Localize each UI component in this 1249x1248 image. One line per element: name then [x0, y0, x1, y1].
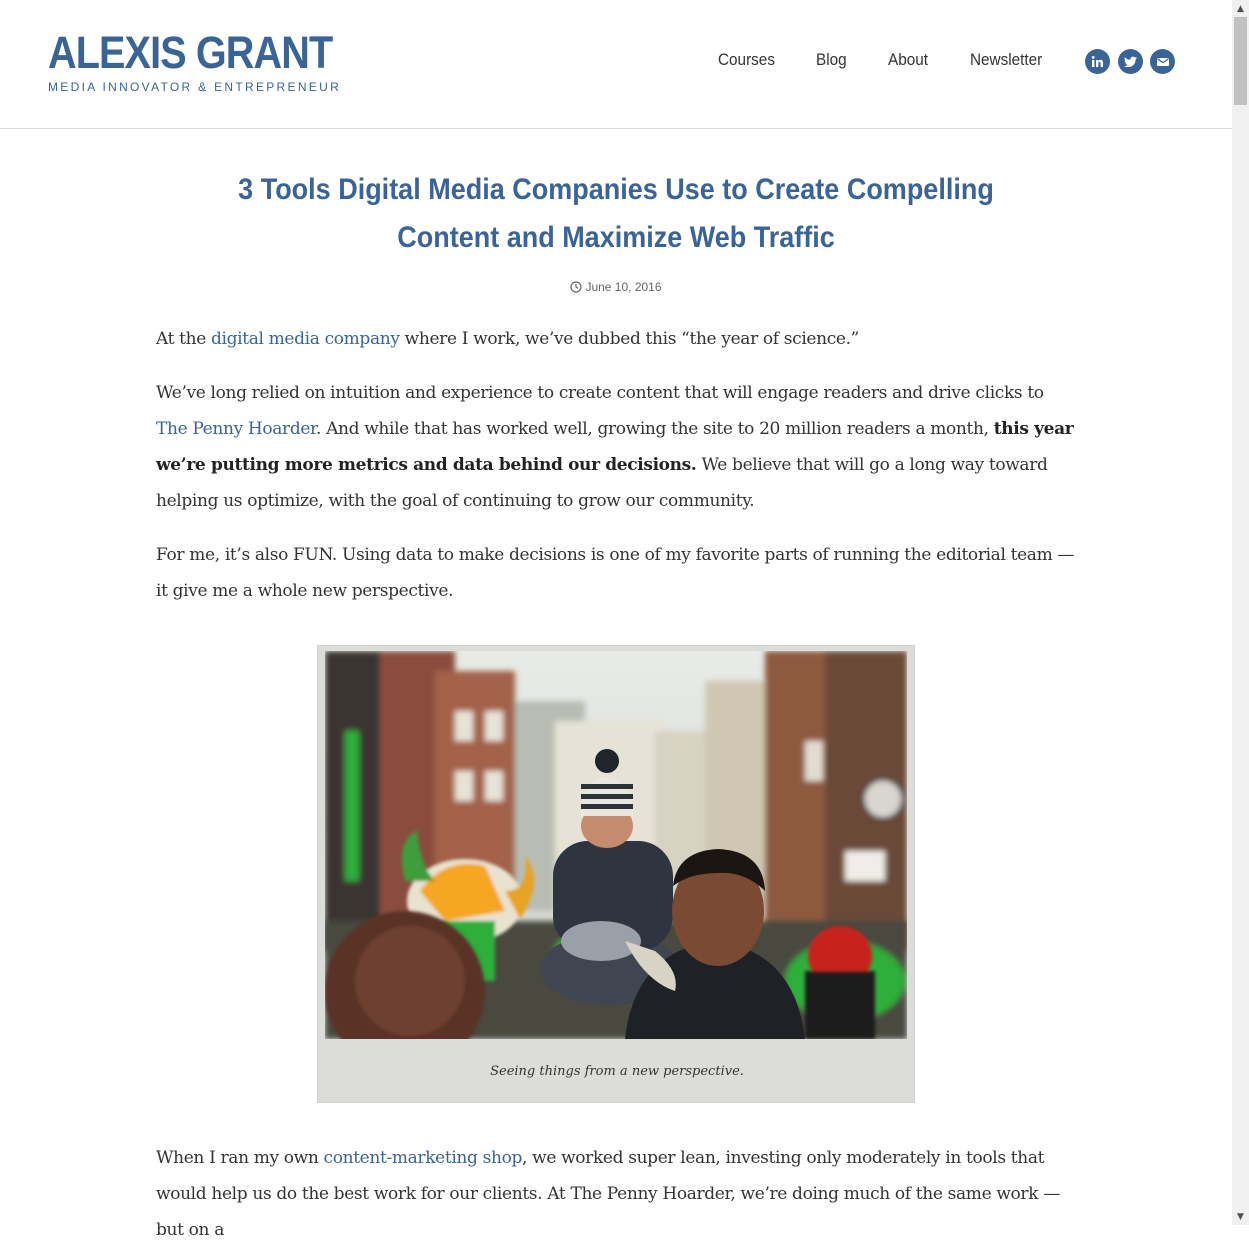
site-header: ALEXIS GRANT MEDIA INNOVATOR & ENTREPREN… — [0, 0, 1232, 129]
date-text: June 10, 2016 — [585, 280, 662, 294]
street-parade-photo — [325, 651, 907, 1039]
figure-caption: Seeing things from a new perspective. — [490, 1064, 744, 1079]
p1-text-b: where I work, we’ve dubbed this “the yea… — [399, 329, 860, 349]
twitter-button[interactable] — [1118, 49, 1143, 74]
article-title-text: 3 Tools Digital Media Companies Use to C… — [238, 173, 994, 254]
content-marketing-shop-link[interactable]: content-marketing shop — [324, 1148, 523, 1168]
paragraph-2: We’ve long relied on intuition and exper… — [156, 375, 1076, 519]
article-title: 3 Tools Digital Media Companies Use to C… — [156, 166, 1076, 262]
article-figure: Seeing things from a new perspective. — [317, 645, 915, 1103]
twitter-icon — [1124, 56, 1137, 67]
site-logo[interactable]: ALEXIS GRANT MEDIA INNOVATOR & ENTREPREN… — [48, 28, 371, 95]
linkedin-icon — [1091, 56, 1103, 67]
p1-text-a: At the — [156, 329, 212, 349]
nav-item-blog[interactable]: Blog — [816, 50, 847, 70]
nav-item-newsletter[interactable]: Newsletter — [970, 50, 1042, 70]
paragraph-3: For me, it’s also FUN. Using data to mak… — [156, 545, 1075, 601]
nav-item-courses[interactable]: Courses — [718, 50, 775, 70]
paragraph-1: At the digital media company where I wor… — [156, 321, 1076, 357]
article-date: June 10, 2016 — [0, 280, 1232, 294]
clock-icon — [570, 281, 583, 293]
linkedin-button[interactable] — [1085, 49, 1110, 74]
p2-text-a: We’ve long relied on intuition and exper… — [156, 383, 1044, 403]
penny-hoarder-link[interactable]: The Penny Hoarder — [156, 419, 316, 439]
site-tagline: MEDIA INNOVATOR & ENTREPRENEUR — [48, 80, 342, 94]
site-name[interactable]: ALEXIS GRANT — [48, 28, 333, 78]
scroll-up-icon[interactable]: ▲ — [1232, 0, 1249, 17]
digital-media-company-link[interactable]: digital media company — [211, 329, 400, 349]
paragraph-4: When I ran my own content-marketing shop… — [156, 1140, 1076, 1248]
p4-text-a: When I ran my own — [156, 1148, 324, 1168]
photo-illustration — [325, 651, 907, 1039]
scroll-thumb[interactable] — [1234, 17, 1247, 105]
scroll-down-icon[interactable]: ▼ — [1232, 1208, 1249, 1225]
page-scrollbar[interactable]: ▲ ▼ — [1232, 0, 1249, 1225]
nav-item-about[interactable]: About — [888, 50, 928, 70]
p2-text-b: . And while that has worked well, growin… — [315, 419, 994, 439]
email-button[interactable] — [1150, 49, 1175, 74]
email-icon — [1156, 57, 1169, 66]
